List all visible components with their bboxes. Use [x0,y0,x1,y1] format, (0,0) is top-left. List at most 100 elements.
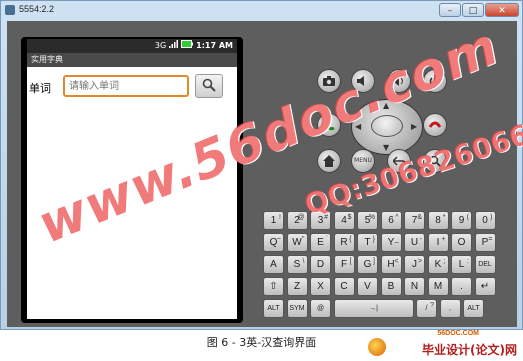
key-symbol: ) [490,214,493,221]
network-type: 3G [154,40,167,50]
key-row5-5[interactable]: , [439,299,461,318]
key-row5-2[interactable]: @ [310,299,331,318]
footer-site-url: 56DOC.COM [437,330,479,337]
key-label: ↵ [480,281,490,292]
key-label: B [387,281,395,292]
key-row2-9[interactable]: P = [474,233,496,252]
key-label: , [449,305,451,312]
key-row3-9[interactable]: DEL [474,255,496,274]
key-symbol: * [442,214,446,221]
key-row1-5[interactable]: 6 ^ [380,211,402,230]
key-label: O [457,237,466,248]
key-row4-5[interactable]: B [380,277,402,296]
key-label: E [317,237,324,248]
key-symbol: = [488,236,493,243]
key-symbol: { [349,236,352,243]
home-icon [323,155,335,170]
key-symbol: ~ [276,236,281,243]
close-button[interactable]: ✕ [485,3,519,17]
footer-site-name: 毕业设计(论文)网 [422,343,517,357]
key-row1-4[interactable]: 5% [357,211,378,230]
key-row1-3[interactable]: 4 $ [333,211,355,230]
key-row4-1[interactable]: Z [286,277,308,296]
app-title-bar: 实用字典 [27,53,237,67]
key-row2-2[interactable]: E ` [310,233,331,252]
key-row5-1[interactable]: SYM [286,299,308,318]
key-row1-1[interactable]: 2 @ [286,211,308,230]
key-symbol: \ [302,258,305,265]
key-row3-2[interactable]: D [310,255,331,274]
key-row2-3[interactable]: R{ [333,233,355,252]
key-row3-7[interactable]: K; [427,255,449,274]
key-row2-1[interactable]: W " [286,233,308,252]
dpad-down-icon[interactable]: ▼ [383,143,389,152]
maximize-button[interactable]: □ [462,3,484,17]
key-row5-4[interactable]: /? [416,299,437,318]
key-symbol: } [372,236,375,243]
key-symbol: ; [443,258,446,265]
key-label: 4 [341,215,347,226]
key-row2-4[interactable]: T} [357,233,378,252]
key-label: . [460,281,463,292]
key-row2-8[interactable]: O [451,233,472,252]
key-row3-4[interactable]: G] [357,255,378,274]
search-button[interactable] [195,74,223,98]
key-row4-2[interactable]: X [310,277,331,296]
key-row5-6[interactable]: ALT [463,299,484,318]
key-symbol: $ [347,214,352,221]
key-symbol: ! [279,214,281,221]
key-row3-8[interactable]: L: [451,255,472,274]
key-label: F [340,259,348,270]
key-row4-7[interactable]: M [427,277,449,296]
key-row2-6[interactable]: U- [404,233,425,252]
key-label: ALT [467,305,480,312]
key-row4-3[interactable]: C [333,277,355,296]
key-label: M [433,281,443,292]
key-row4-0[interactable]: ⇧ [263,277,284,296]
key-symbol: ( [466,214,469,221]
key-symbol: ^ [395,214,399,221]
word-label: 单词 [29,82,51,95]
key-symbol: _ [394,236,399,243]
key-label: I [436,237,440,248]
key-row2-5[interactable]: Y _ [380,233,402,252]
key-row2-7[interactable]: I + [427,233,449,252]
minimize-button[interactable]: – [439,3,461,17]
key-symbol: ? [430,302,434,309]
key-row3-1[interactable]: S \ [286,255,308,274]
key-row2-0[interactable]: Q ~ [263,233,284,252]
key-label: S [293,259,301,270]
key-row1-6[interactable]: 7 & [404,211,425,230]
key-label: T [364,237,371,248]
key-row1-8[interactable]: 9( [451,211,472,230]
key-row4-9[interactable]: ↵ [474,277,496,296]
home-button[interactable] [317,149,341,173]
key-label: Z [293,281,301,292]
key-row4-4[interactable]: V [357,277,378,296]
word-input[interactable] [63,75,189,97]
key-label: X [317,281,324,292]
key-row3-6[interactable]: J > [404,255,425,274]
key-row5-0[interactable]: ALT [263,299,284,318]
key-row1-7[interactable]: 8 * [427,211,449,230]
key-label: 1 [270,215,277,226]
key-row3-0[interactable]: A [263,255,284,274]
key-row3-5[interactable]: H < [380,255,402,274]
key-label: 0 [482,215,488,226]
space-key[interactable]: →| [333,299,414,318]
key-label: ⇧ [269,281,278,292]
key-row1-0[interactable]: 1! [263,211,284,230]
key-row4-8[interactable]: . [451,277,472,296]
key-row3-3[interactable]: F[ [333,255,355,274]
site-logo-icon [368,338,386,356]
dpad-right-icon[interactable]: ▶ [411,122,417,131]
key-label: P [481,237,489,248]
key-label: U [410,237,419,248]
key-row4-6[interactable]: N [404,277,425,296]
status-bar: 3G 1:17 AM [27,39,237,53]
key-symbol: ` [325,236,328,243]
key-label: J [412,259,417,270]
key-row1-9[interactable]: 0) [474,211,496,230]
end-call-button[interactable] [423,113,447,137]
key-label: V [364,281,371,292]
